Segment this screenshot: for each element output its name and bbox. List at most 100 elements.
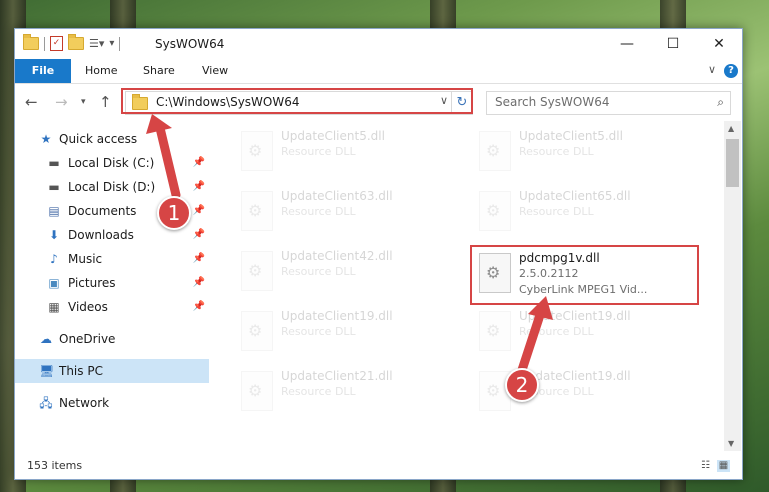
search-icon[interactable]: ⌕ bbox=[717, 95, 724, 110]
maximize-button[interactable]: ☐ bbox=[650, 29, 696, 59]
file-item[interactable]: UpdateClient5.dll Resource DLL bbox=[235, 127, 455, 175]
file-type: Resource DLL bbox=[281, 265, 356, 278]
dll-file-icon bbox=[241, 251, 273, 291]
file-type: Resource DLL bbox=[281, 145, 356, 158]
back-icon[interactable]: ← bbox=[25, 93, 38, 111]
nav-item-this-pc[interactable]: 🖥 This PC bbox=[15, 359, 209, 383]
nav-item-pictures[interactable]: ▣ Pictures 📌 bbox=[15, 271, 209, 295]
expand-ribbon-icon[interactable]: ∨ bbox=[708, 63, 716, 76]
pin-icon[interactable]: 📌 bbox=[193, 223, 205, 247]
file-item[interactable]: UpdateClient65.dll Resource DLL bbox=[473, 187, 693, 235]
nav-item-label: OneDrive bbox=[59, 332, 116, 346]
tab-share[interactable]: Share bbox=[143, 59, 175, 83]
file-item[interactable]: UpdateClient21.dll Resource DLL bbox=[235, 367, 455, 415]
nav-item-onedrive[interactable]: ☁ OneDrive bbox=[15, 327, 209, 351]
status-bar: 153 items ☷ ▦ bbox=[15, 455, 742, 479]
details-view-icon[interactable]: ☷ bbox=[699, 460, 712, 472]
file-name: UpdateClient42.dll bbox=[281, 249, 393, 263]
search-box[interactable]: Search SysWOW64 ⌕ bbox=[486, 91, 731, 115]
nav-item-label: Quick access bbox=[59, 132, 138, 146]
file-name: UpdateClient5.dll bbox=[281, 129, 385, 143]
nav-item-music[interactable]: ♪ Music 📌 bbox=[15, 247, 209, 271]
nav-item-quick-access[interactable]: ★ Quick access bbox=[15, 127, 209, 151]
downloads-icon: ⬇ bbox=[48, 228, 60, 242]
file-item[interactable]: UpdateClient5.dll Resource DLL bbox=[473, 127, 693, 175]
nav-item-local-disk-d[interactable]: ▬ Local Disk (D:) 📌 bbox=[15, 175, 209, 199]
nav-item-label: Documents bbox=[68, 204, 137, 218]
file-type: Resource DLL bbox=[281, 205, 356, 218]
nav-item-network[interactable]: 🖧 Network bbox=[15, 391, 209, 415]
callout-1-badge: 1 bbox=[157, 196, 191, 230]
pin-icon[interactable]: 📌 bbox=[193, 247, 205, 271]
nav-item-label: Music bbox=[68, 252, 103, 266]
file-list: UpdateClient5.dll Resource DLL UpdateCli… bbox=[211, 121, 724, 451]
network-icon: 🖧 bbox=[39, 396, 53, 410]
properties-icon[interactable]: ✓ bbox=[50, 36, 63, 51]
forward-icon[interactable]: → bbox=[55, 93, 68, 111]
pin-icon[interactable]: 📌 bbox=[193, 199, 205, 223]
search-input[interactable]: Search SysWOW64 bbox=[495, 95, 609, 109]
drive-icon: ▬ bbox=[48, 180, 60, 194]
pin-icon[interactable]: 📌 bbox=[193, 271, 205, 295]
folder-icon bbox=[23, 34, 39, 50]
scroll-down-icon[interactable]: ▼ bbox=[728, 439, 734, 448]
customize-toolbar-icon[interactable]: ☰▾ bbox=[89, 37, 104, 50]
drive-icon: ▬ bbox=[48, 156, 60, 170]
file-name: UpdateClient65.dll bbox=[519, 189, 631, 203]
tab-view[interactable]: View bbox=[202, 59, 228, 83]
vertical-scrollbar[interactable]: ▲ ▼ bbox=[724, 121, 741, 451]
file-type: Resource DLL bbox=[519, 325, 594, 338]
file-item[interactable]: UpdateClient63.dll Resource DLL bbox=[235, 187, 455, 235]
callout-2-badge: 2 bbox=[505, 368, 539, 402]
help-icon[interactable]: ? bbox=[724, 64, 738, 78]
pin-icon[interactable]: 📌 bbox=[193, 295, 205, 319]
tab-home[interactable]: Home bbox=[85, 59, 117, 83]
title-bar: ✓ ☰▾ ▾ SysWOW64 — ☐ ✕ bbox=[15, 29, 742, 59]
ribbon-tabs: File Home Share View ∨ ? bbox=[15, 59, 742, 84]
nav-item-label: Videos bbox=[68, 300, 108, 314]
toolbar-separator bbox=[119, 36, 121, 51]
pin-icon[interactable]: 📌 bbox=[193, 175, 205, 199]
item-count: 153 items bbox=[27, 459, 83, 472]
up-icon[interactable]: ↑ bbox=[99, 93, 112, 111]
toolbar-dropdown-icon[interactable]: ▾ bbox=[109, 38, 114, 49]
nav-item-label: This PC bbox=[59, 364, 103, 378]
file-item[interactable]: UpdateClient19.dll Resource DLL bbox=[235, 307, 455, 355]
file-type: Resource DLL bbox=[519, 145, 594, 158]
dll-file-icon bbox=[479, 191, 511, 231]
nav-item-label: Local Disk (D:) bbox=[68, 180, 156, 194]
file-item[interactable]: UpdateClient19.dll Resource DLL bbox=[473, 307, 693, 355]
dll-file-icon bbox=[241, 191, 273, 231]
music-icon: ♪ bbox=[50, 252, 58, 266]
pin-icon[interactable]: 📌 bbox=[193, 151, 205, 175]
explorer-window: ✓ ☰▾ ▾ SysWOW64 — ☐ ✕ File Home Share Vi… bbox=[14, 28, 743, 480]
file-type: Resource DLL bbox=[519, 205, 594, 218]
scrollbar-thumb[interactable] bbox=[726, 139, 739, 187]
file-highlight-box bbox=[470, 245, 699, 305]
close-button[interactable]: ✕ bbox=[696, 29, 742, 59]
file-type: Resource DLL bbox=[281, 385, 356, 398]
nav-item-local-disk-c[interactable]: ▬ Local Disk (C:) 📌 bbox=[15, 151, 209, 175]
file-item[interactable]: UpdateClient42.dll Resource DLL bbox=[235, 247, 455, 295]
nav-item-label: Network bbox=[59, 396, 110, 410]
cloud-icon: ☁ bbox=[40, 332, 52, 346]
dll-file-icon bbox=[479, 131, 511, 171]
file-name: UpdateClient21.dll bbox=[281, 369, 393, 383]
large-icons-view-icon[interactable]: ▦ bbox=[717, 460, 730, 472]
nav-item-videos[interactable]: ▦ Videos 📌 bbox=[15, 295, 209, 319]
quick-access-toolbar: ✓ ☰▾ ▾ bbox=[23, 34, 121, 51]
videos-icon: ▦ bbox=[48, 300, 60, 314]
file-type: Resource DLL bbox=[281, 325, 356, 338]
nav-item-label: Local Disk (C:) bbox=[68, 156, 155, 170]
window-title: SysWOW64 bbox=[155, 37, 225, 51]
minimize-button[interactable]: — bbox=[604, 29, 650, 59]
scroll-up-icon[interactable]: ▲ bbox=[728, 124, 734, 133]
pictures-icon: ▣ bbox=[48, 276, 60, 290]
tab-file[interactable]: File bbox=[15, 59, 71, 83]
new-folder-icon[interactable] bbox=[68, 34, 84, 50]
dll-file-icon bbox=[241, 371, 273, 411]
nav-item-label: Downloads bbox=[68, 228, 134, 242]
computer-icon: 🖥 bbox=[39, 364, 55, 378]
navigation-pane: ★ Quick access ▬ Local Disk (C:) 📌 ▬ Loc… bbox=[15, 121, 209, 451]
recent-locations-icon[interactable]: ▾ bbox=[81, 97, 86, 107]
